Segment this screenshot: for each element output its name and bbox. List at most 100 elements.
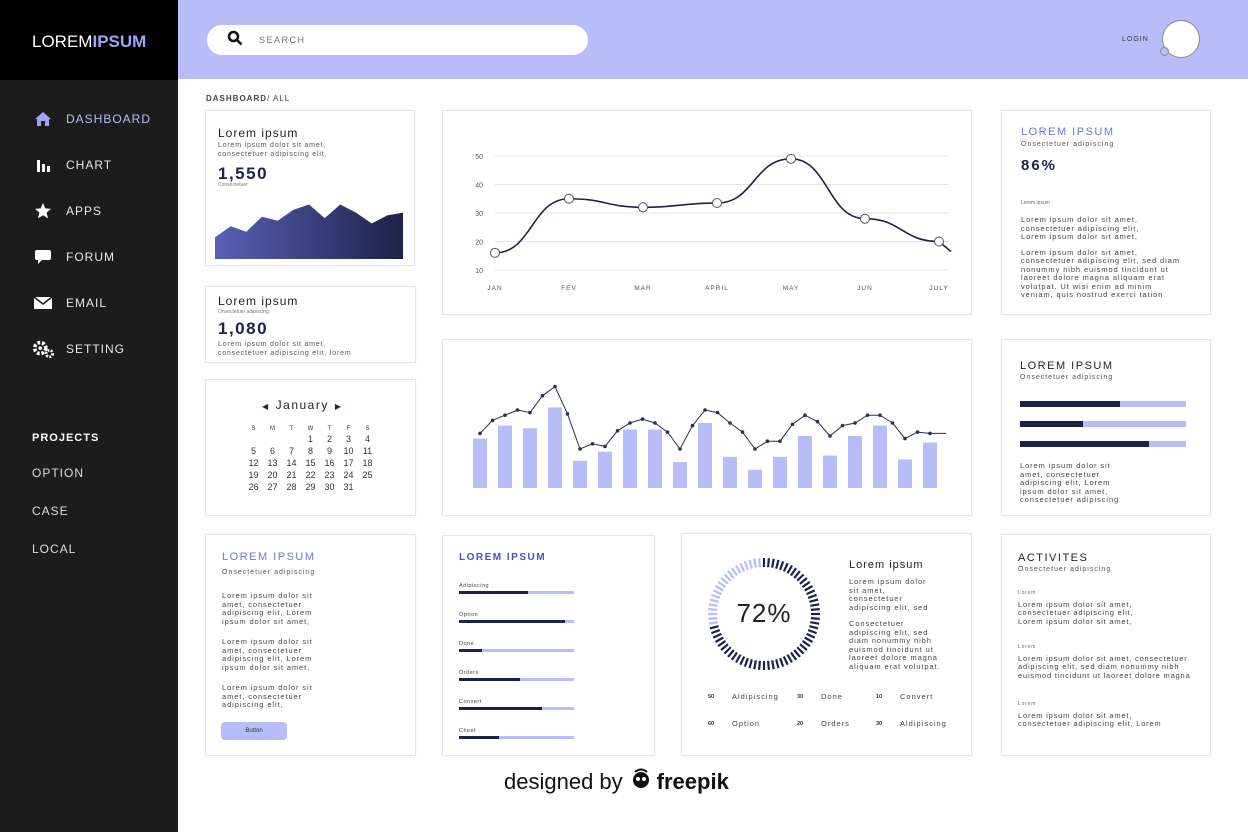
- line-point: [828, 434, 832, 438]
- day-of-week-label: F: [346, 426, 351, 432]
- calendar-day[interactable]: 14: [282, 458, 301, 468]
- donut-tick: [786, 654, 793, 664]
- day-of-week-label: W: [307, 426, 314, 432]
- donut-tick: [712, 589, 722, 596]
- calendar-day[interactable]: 20: [263, 470, 282, 480]
- progress-bars-card: LOREM IPSUM Onsectetuer adipiscing Lorem…: [1001, 339, 1211, 516]
- sidebar-item-dashboard[interactable]: DASHBOARD: [32, 96, 172, 142]
- day-of-week-label: S: [365, 426, 370, 432]
- sidebar-item-option[interactable]: OPTION: [32, 466, 84, 504]
- card-caption: Onsectetuer adipiscing: [222, 569, 316, 576]
- activity-item[interactable]: Lorem Lorem ipsum dolor sit amet, consecte…: [1018, 589, 1133, 626]
- donut-tick: [810, 621, 820, 625]
- bar: [773, 456, 787, 488]
- calendar-day[interactable]: 25: [358, 470, 377, 480]
- donut-tick: [753, 558, 757, 568]
- activity-heading: Lorem: [1018, 590, 1037, 596]
- x-tick-label: MAY: [783, 285, 800, 292]
- footer-prefix: designed by: [504, 769, 623, 794]
- sidebar-item-forum[interactable]: FORUM: [32, 234, 172, 280]
- activity-item[interactable]: Lorem Lorem ipsum dolor sit amet, consect…: [1018, 643, 1190, 680]
- calendar-day[interactable]: 5: [244, 446, 263, 456]
- footer-brand[interactable]: freepik: [657, 769, 729, 795]
- bar: [548, 407, 562, 488]
- card-title: LOREM IPSUM: [222, 551, 316, 563]
- breadcrumb-current[interactable]: DASHBOARD: [206, 94, 267, 103]
- calendar-month: January: [275, 398, 329, 412]
- calendar-day[interactable]: 10: [339, 446, 358, 456]
- calendar-day[interactable]: 31: [339, 482, 358, 492]
- activities-card: ACTIVITES Onsectetuer adipiscing Lorem Lo…: [1001, 534, 1211, 756]
- donut-tick: [708, 617, 718, 620]
- action-button[interactable]: Button: [221, 722, 287, 740]
- donut-tick: [758, 558, 761, 568]
- line-point: [786, 153, 796, 164]
- calendar-day[interactable]: 13: [263, 458, 282, 468]
- sidebar-item-local[interactable]: LOCAL: [32, 542, 84, 580]
- sidebar-item-setting[interactable]: SETTING: [32, 326, 172, 372]
- search-bar[interactable]: [207, 25, 588, 55]
- calendar-day[interactable]: 2: [320, 434, 339, 444]
- stat-caption: Consectetuer: [218, 182, 248, 188]
- calendar-day[interactable]: 17: [339, 458, 358, 468]
- login-link[interactable]: LOGIN: [1122, 36, 1149, 43]
- sidebar-item-chart[interactable]: CHART: [32, 142, 172, 188]
- calendar-day[interactable]: 23: [320, 470, 339, 480]
- calendar-day[interactable]: 7: [282, 446, 301, 456]
- progress-bar: [459, 736, 574, 739]
- calendar-day[interactable]: 29: [301, 482, 320, 492]
- line-point: [790, 422, 795, 427]
- calendar-day[interactable]: 16: [320, 458, 339, 468]
- sidebar-item-case[interactable]: CASE: [32, 504, 84, 542]
- line-point: [903, 436, 907, 441]
- calendar-day[interactable]: 11: [358, 446, 377, 456]
- breadcrumb-rest[interactable]: / ALL: [267, 94, 290, 103]
- sidebar-item-apps[interactable]: APPS: [32, 188, 172, 234]
- donut-tick: [748, 659, 753, 669]
- calendar-day[interactable]: 22: [301, 470, 320, 480]
- sidebar-item-label: CHART: [66, 158, 113, 172]
- stat-value: 1,550: [218, 164, 269, 183]
- calendar-day[interactable]: 19: [244, 470, 263, 480]
- line-point: [640, 417, 645, 421]
- day-of-week-label: M: [270, 426, 275, 432]
- donut-tick: [717, 580, 727, 588]
- calendar-day[interactable]: 21: [282, 470, 301, 480]
- text-paragraph: Lorem ipsum dolor sit amet, consectetuer…: [222, 591, 313, 710]
- line-point: [665, 430, 670, 434]
- avatar[interactable]: [1160, 20, 1200, 58]
- donut-tick: [796, 573, 805, 582]
- calendar-day[interactable]: 15: [301, 458, 320, 468]
- sidebar-item-email[interactable]: EMAIL: [32, 280, 172, 326]
- activity-item[interactable]: Lorem Lorem ipsum dolor sit amet, consecte…: [1018, 700, 1161, 729]
- calendar-day[interactable]: 26: [244, 482, 263, 492]
- card-text-block: Lorem ipsum dolor sit amet, consectetuer…: [1021, 215, 1180, 300]
- line-point: [840, 423, 845, 428]
- prev-month-icon[interactable]: ◀: [262, 402, 270, 411]
- calendar-day[interactable]: 30: [320, 482, 339, 492]
- search-input[interactable]: [259, 35, 559, 45]
- calendar-day[interactable]: 12: [244, 458, 263, 468]
- line-chart: 50 40 30 20 10 JAN FEV MAR APRIL MAY JUN JULY: [475, 153, 952, 292]
- donut-tick: [709, 598, 719, 603]
- calendar-day[interactable]: 1: [301, 434, 320, 444]
- calendar-day[interactable]: 9: [320, 446, 339, 456]
- calendar-day[interactable]: 27: [263, 482, 282, 492]
- calendar-day[interactable]: 6: [263, 446, 282, 456]
- calendar-day[interactable]: 8: [301, 446, 320, 456]
- calendar-day[interactable]: 24: [339, 470, 358, 480]
- card-caption: Onsectetuer adipiscing: [1018, 566, 1112, 573]
- stat-value: 1,080: [218, 319, 269, 338]
- calendar-day[interactable]: 3: [339, 434, 358, 444]
- logo[interactable]: LOREMIPSUM: [0, 0, 178, 80]
- calendar-day[interactable]: 18: [358, 458, 377, 468]
- calendar-day[interactable]: 28: [282, 482, 301, 492]
- line-point: [712, 198, 722, 209]
- donut-tick: [720, 643, 729, 651]
- donut-tick: [743, 561, 749, 571]
- donut-tick: [708, 608, 718, 611]
- logo-bold: IPSUM: [92, 32, 147, 51]
- calendar-day[interactable]: 4: [358, 434, 377, 444]
- progress-fill: [1020, 401, 1120, 407]
- next-month-icon[interactable]: ▶: [335, 402, 343, 411]
